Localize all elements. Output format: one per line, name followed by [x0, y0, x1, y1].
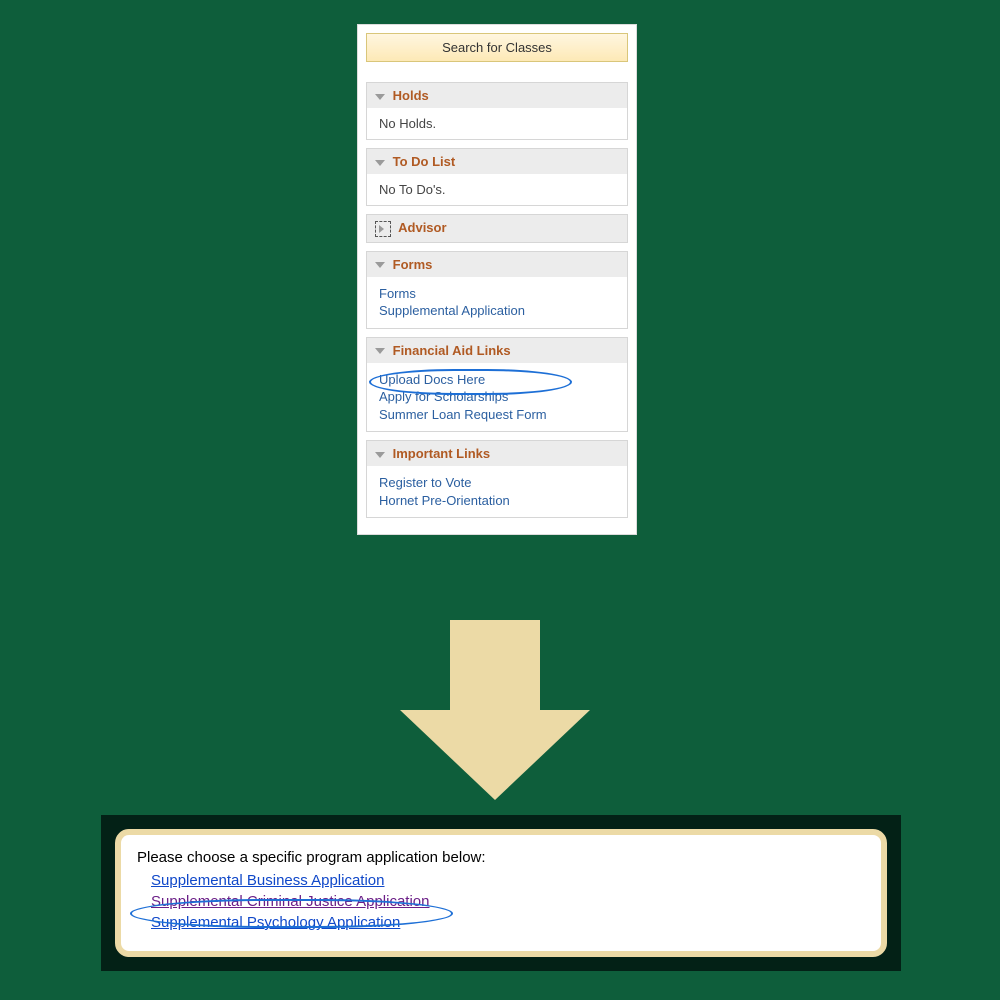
chevron-down-icon: [375, 452, 385, 458]
important-links-box: Important Links Register to Vote Hornet …: [366, 440, 628, 518]
forms-box: Forms Forms Supplemental Application: [366, 251, 628, 329]
upload-docs-link[interactable]: Upload Docs Here: [379, 371, 615, 389]
arrow-down-icon: [400, 620, 590, 800]
todo-box: To Do List No To Do's.: [366, 148, 628, 206]
forms-body: Forms Supplemental Application: [367, 277, 627, 328]
apply-scholarships-link[interactable]: Apply for Scholarships: [379, 388, 615, 406]
business-application-link[interactable]: Supplemental Business Application: [151, 872, 865, 889]
holds-header[interactable]: Holds: [367, 83, 627, 108]
important-links-title: Important Links: [393, 446, 491, 461]
holds-body: No Holds.: [367, 108, 627, 139]
forms-link[interactable]: Forms: [379, 285, 615, 303]
search-classes-button[interactable]: Search for Classes: [366, 33, 628, 62]
holds-box: Holds No Holds.: [366, 82, 628, 140]
pre-orientation-link[interactable]: Hornet Pre-Orientation: [379, 492, 615, 510]
criminal-justice-application-link[interactable]: Supplemental Criminal Justice Applicatio…: [151, 893, 865, 910]
important-links-header[interactable]: Important Links: [367, 441, 627, 466]
program-choice-inner: Please choose a specific program applica…: [115, 829, 887, 957]
todo-title: To Do List: [393, 154, 456, 169]
financial-aid-box: Financial Aid Links Upload Docs Here App…: [366, 337, 628, 433]
program-choice-panel: Please choose a specific program applica…: [101, 815, 901, 971]
chevron-down-icon: [375, 348, 385, 354]
todo-body: No To Do's.: [367, 174, 627, 205]
advisor-title: Advisor: [398, 220, 446, 235]
chevron-down-icon: [375, 262, 385, 268]
forms-header[interactable]: Forms: [367, 252, 627, 277]
register-vote-link[interactable]: Register to Vote: [379, 474, 615, 492]
chevron-down-icon: [375, 160, 385, 166]
program-choice-prompt: Please choose a specific program applica…: [137, 849, 865, 866]
expand-icon: [375, 221, 391, 237]
important-links-body: Register to Vote Hornet Pre-Orientation: [367, 466, 627, 517]
advisor-header[interactable]: Advisor: [366, 214, 628, 243]
chevron-down-icon: [375, 94, 385, 100]
psychology-application-link[interactable]: Supplemental Psychology Application: [151, 914, 865, 931]
todo-header[interactable]: To Do List: [367, 149, 627, 174]
forms-title: Forms: [393, 257, 433, 272]
summer-loan-link[interactable]: Summer Loan Request Form: [379, 406, 615, 424]
financial-aid-body: Upload Docs Here Apply for Scholarships …: [367, 363, 627, 432]
financial-aid-header[interactable]: Financial Aid Links: [367, 338, 627, 363]
student-portal-panel: Search for Classes Holds No Holds. To Do…: [357, 24, 637, 535]
financial-aid-title: Financial Aid Links: [393, 343, 511, 358]
supplemental-application-link[interactable]: Supplemental Application: [379, 302, 615, 320]
holds-title: Holds: [393, 88, 429, 103]
